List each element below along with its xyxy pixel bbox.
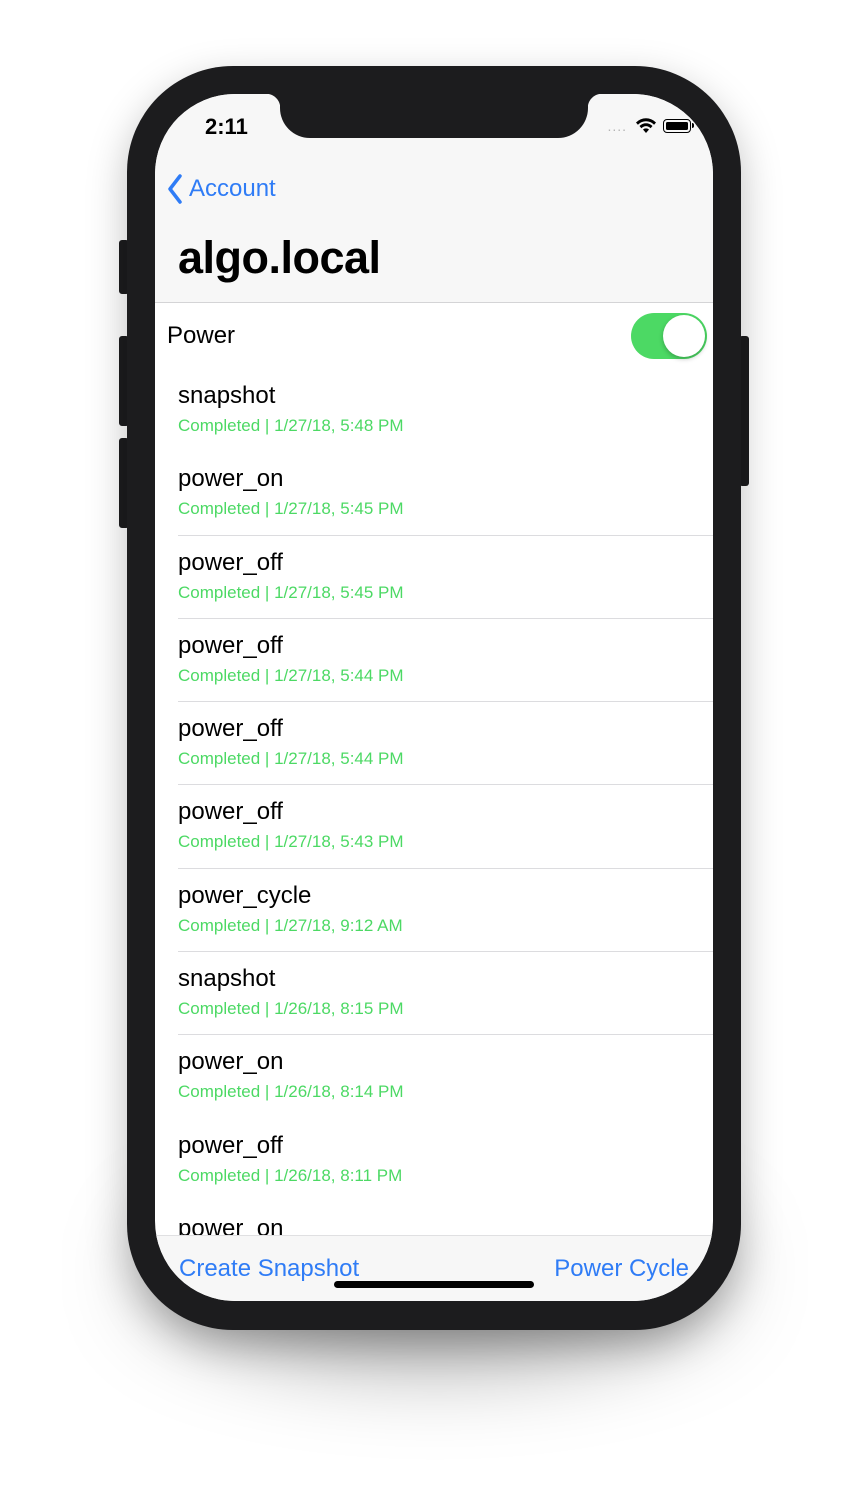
status-indicators: ....: [607, 118, 694, 134]
status-time: 2:11: [205, 114, 248, 139]
task-status: Completed | 1/26/18, 8:15 PM: [178, 999, 404, 1019]
list-item[interactable]: snapshot Completed | 1/27/18, 5:48 PM: [155, 369, 713, 452]
task-name: power_off: [178, 548, 283, 576]
task-name: power_off: [178, 1131, 283, 1159]
wifi-icon: [636, 118, 656, 133]
task-status: Completed | 1/27/18, 5:45 PM: [178, 499, 404, 519]
task-status: Completed | 1/26/18, 8:11 PM: [178, 1165, 403, 1185]
power-row: Power: [155, 303, 713, 369]
task-list: snapshot Completed | 1/27/18, 5:48 PM po…: [155, 369, 713, 1235]
page-title: algo.local: [178, 232, 381, 283]
power-label: Power: [167, 322, 236, 349]
list-item[interactable]: snapshot Completed | 1/26/18, 8:15 PM: [155, 952, 713, 1036]
list-item[interactable]: power_off Completed | 1/27/18, 5:44 PM: [155, 619, 713, 703]
list-item[interactable]: power_off Completed | 1/27/18, 5:45 PM: [155, 536, 713, 619]
list-item[interactable]: power_on Completed | 1/27/18, 5:45 PM: [155, 452, 713, 536]
task-status: Completed | 1/27/18, 5:43 PM: [178, 832, 404, 852]
bottom-toolbar: Create Snapshot Power Cycle: [155, 1235, 713, 1301]
screen: 2:11 .... Account algo.local Power snaps…: [155, 94, 713, 1301]
battery-icon: [663, 119, 694, 133]
task-name: snapshot: [178, 382, 276, 409]
task-name: power_off: [178, 715, 283, 743]
list-item[interactable]: power_off Completed | 1/27/18, 5:43 PM: [155, 785, 713, 869]
list-item[interactable]: power_on Completed | 1/26/18, 8:14 PM: [155, 1035, 713, 1118]
home-indicator[interactable]: [334, 1281, 534, 1288]
back-button-label: Account: [189, 175, 276, 202]
task-status: Completed | 1/26/18, 8:14 PM: [178, 1082, 404, 1102]
task-status: Completed | 1/27/18, 5:48 PM: [178, 416, 404, 435]
list-item[interactable]: power_off Completed | 1/27/18, 5:44 PM: [155, 702, 713, 786]
task-name: power_on: [178, 465, 284, 493]
chevron-left-icon: [168, 174, 182, 204]
task-status: Completed | 1/27/18, 5:44 PM: [178, 665, 404, 685]
list-item[interactable]: power_on: [155, 1202, 713, 1235]
power-cycle-button[interactable]: Power Cycle: [554, 1255, 689, 1283]
list-item[interactable]: power_cycle Completed | 1/27/18, 9:12 AM: [155, 869, 713, 953]
list-item[interactable]: power_off Completed | 1/26/18, 8:11 PM: [155, 1119, 713, 1202]
task-status: Completed | 1/27/18, 5:45 PM: [178, 582, 404, 602]
notch: [266, 94, 602, 138]
task-name: power_off: [178, 631, 283, 659]
back-button[interactable]: Account: [167, 174, 276, 204]
task-name: power_on: [178, 1214, 284, 1235]
task-status: Completed | 1/27/18, 5:44 PM: [178, 749, 404, 769]
task-name: power_cycle: [178, 881, 312, 909]
task-name: power_off: [178, 798, 283, 826]
signal-icon: ....: [607, 118, 627, 134]
create-snapshot-button[interactable]: Create Snapshot: [179, 1255, 359, 1283]
task-status: Completed | 1/27/18, 9:12 AM: [178, 915, 403, 935]
power-toggle[interactable]: [631, 313, 707, 359]
task-name: snapshot: [178, 965, 276, 993]
task-name: power_on: [178, 1048, 284, 1076]
toggle-knob: [663, 315, 705, 357]
